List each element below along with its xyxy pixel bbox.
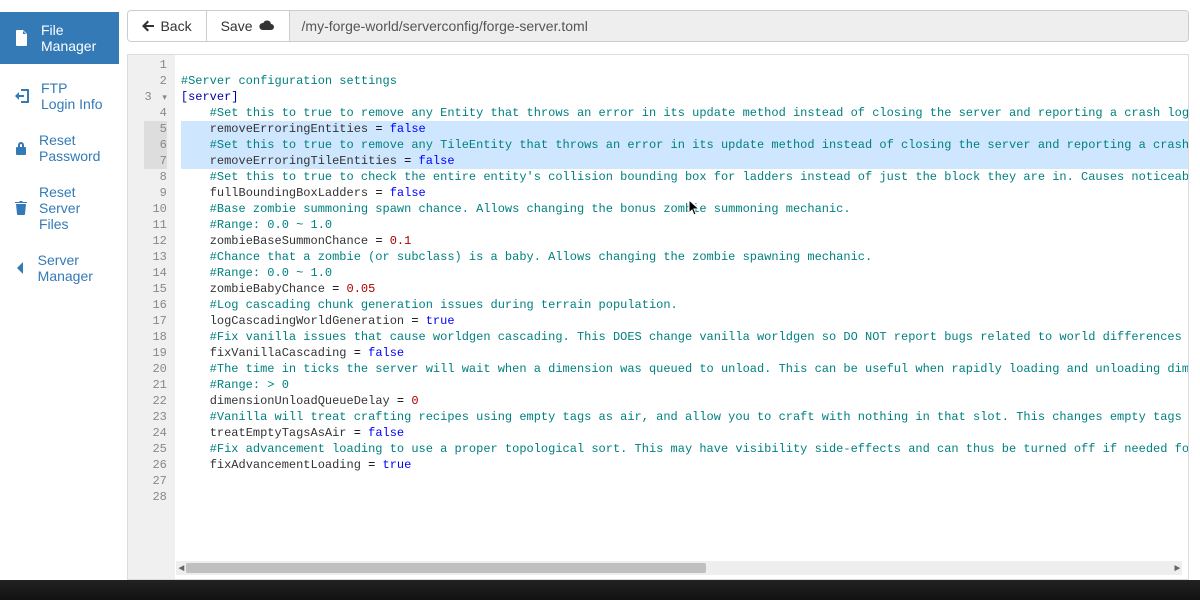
- line-number: 1: [144, 57, 166, 73]
- line-number: 10: [144, 201, 166, 217]
- line-number: 27: [144, 473, 166, 489]
- scrollbar-thumb[interactable]: [186, 563, 706, 573]
- code-line[interactable]: [181, 473, 1188, 489]
- line-number: 8: [144, 169, 166, 185]
- file-path: /my-forge-world/serverconfig/forge-serve…: [290, 11, 1189, 41]
- sidebar-item-reset-password[interactable]: Reset Password: [0, 122, 119, 174]
- code-line[interactable]: logCascadingWorldGeneration = true: [181, 313, 1188, 329]
- line-number: 21: [144, 377, 166, 393]
- sidebar-item-label: FTP Login Info: [41, 80, 104, 112]
- sidebar-item-ftp-login[interactable]: FTP Login Info: [0, 70, 119, 122]
- line-number: 17: [144, 313, 166, 329]
- code-line[interactable]: zombieBaseSummonChance = 0.1: [181, 233, 1188, 249]
- code-line[interactable]: #Range: 0.0 ~ 1.0: [181, 217, 1188, 233]
- line-number: 15: [144, 281, 166, 297]
- code-line[interactable]: #Set this to true to remove any Entity t…: [181, 105, 1188, 121]
- code-line[interactable]: #Base zombie summoning spawn chance. All…: [181, 201, 1188, 217]
- save-button-label: Save: [221, 18, 253, 34]
- code-editor[interactable]: 123 ▾45678910111213141516171819202122232…: [127, 54, 1189, 580]
- line-number: 14: [144, 265, 166, 281]
- code-line[interactable]: removeErroringTileEntities = false: [181, 153, 1188, 169]
- code-line[interactable]: #Range: > 0: [181, 377, 1188, 393]
- line-number: 20: [144, 361, 166, 377]
- code-line[interactable]: #Chance that a zombie (or subclass) is a…: [181, 249, 1188, 265]
- code-line[interactable]: #Fix vanilla issues that cause worldgen …: [181, 329, 1188, 345]
- lock-icon: [15, 141, 27, 155]
- line-number: 23: [144, 409, 166, 425]
- sidebar-item-file-manager[interactable]: File Manager: [0, 12, 119, 64]
- code-line[interactable]: fullBoundingBoxLadders = false: [181, 185, 1188, 201]
- code-line[interactable]: zombieBabyChance = 0.05: [181, 281, 1188, 297]
- line-number: 5: [144, 121, 166, 137]
- line-number: 12: [144, 233, 166, 249]
- line-number: 16: [144, 297, 166, 313]
- page-footer: [0, 580, 1200, 600]
- sidebar-item-label: Reset Server Files: [39, 184, 104, 232]
- code-line[interactable]: #The time in ticks the server will wait …: [181, 361, 1188, 377]
- code-line[interactable]: #Set this to true to remove any TileEnti…: [181, 137, 1188, 153]
- code-line[interactable]: treatEmptyTagsAsAir = false: [181, 425, 1188, 441]
- login-icon: [15, 89, 29, 103]
- code-line[interactable]: #Fix advancement loading to use a proper…: [181, 441, 1188, 457]
- line-number: 22: [144, 393, 166, 409]
- code-line[interactable]: removeErroringEntities = false: [181, 121, 1188, 137]
- line-number: 4: [144, 105, 166, 121]
- code-line[interactable]: dimensionUnloadQueueDelay = 0: [181, 393, 1188, 409]
- scroll-right-icon[interactable]: ►: [1174, 562, 1180, 578]
- code-line[interactable]: #Server configuration settings: [181, 73, 1188, 89]
- sidebar-item-server-manager[interactable]: Server Manager: [0, 242, 119, 294]
- code-line[interactable]: #Vanilla will treat crafting recipes usi…: [181, 409, 1188, 425]
- back-button[interactable]: Back: [128, 11, 206, 41]
- line-number: 7: [144, 153, 166, 169]
- main-area: Back Save /my-forge-world/serverconfig/f…: [119, 0, 1200, 580]
- chevron-left-icon: [15, 261, 26, 275]
- line-number: 3 ▾: [144, 89, 166, 105]
- sidebar-item-label: File Manager: [41, 22, 104, 54]
- line-number: 2: [144, 73, 166, 89]
- line-number: 6: [144, 137, 166, 153]
- line-number: 26: [144, 457, 166, 473]
- save-button[interactable]: Save: [207, 11, 290, 41]
- sidebar-item-reset-server-files[interactable]: Reset Server Files: [0, 174, 119, 242]
- code-line[interactable]: [181, 489, 1188, 505]
- file-icon: [15, 30, 29, 46]
- line-number: 18: [144, 329, 166, 345]
- scroll-left-icon[interactable]: ◄: [178, 562, 184, 578]
- back-button-label: Back: [160, 18, 191, 34]
- line-number: 19: [144, 345, 166, 361]
- sidebar-item-label: Server Manager: [38, 252, 105, 284]
- cloud-icon: [259, 20, 275, 32]
- line-number: 24: [144, 425, 166, 441]
- line-number: 13: [144, 249, 166, 265]
- line-number: 11: [144, 217, 166, 233]
- line-number: 9: [144, 185, 166, 201]
- code-line[interactable]: #Range: 0.0 ~ 1.0: [181, 265, 1188, 281]
- sidebar: File Manager FTP Login Info Reset Passwo…: [0, 0, 119, 580]
- code-line[interactable]: #Set this to true to check the entire en…: [181, 169, 1188, 185]
- line-number: 28: [144, 489, 166, 505]
- sidebar-item-label: Reset Password: [39, 132, 104, 164]
- line-number: 25: [144, 441, 166, 457]
- line-gutter: 123 ▾45678910111213141516171819202122232…: [128, 55, 174, 579]
- trash-icon: [15, 201, 27, 215]
- horizontal-scrollbar[interactable]: ◄ ►: [176, 561, 1182, 575]
- code-content[interactable]: #Server configuration settings[server] #…: [175, 55, 1188, 579]
- code-line[interactable]: [server]: [181, 89, 1188, 105]
- arrow-left-icon: [142, 20, 154, 32]
- toolbar: Back Save /my-forge-world/serverconfig/f…: [127, 10, 1189, 42]
- code-line[interactable]: [181, 57, 1188, 73]
- code-line[interactable]: fixVanillaCascading = false: [181, 345, 1188, 361]
- code-line[interactable]: fixAdvancementLoading = true: [181, 457, 1188, 473]
- code-line[interactable]: #Log cascading chunk generation issues d…: [181, 297, 1188, 313]
